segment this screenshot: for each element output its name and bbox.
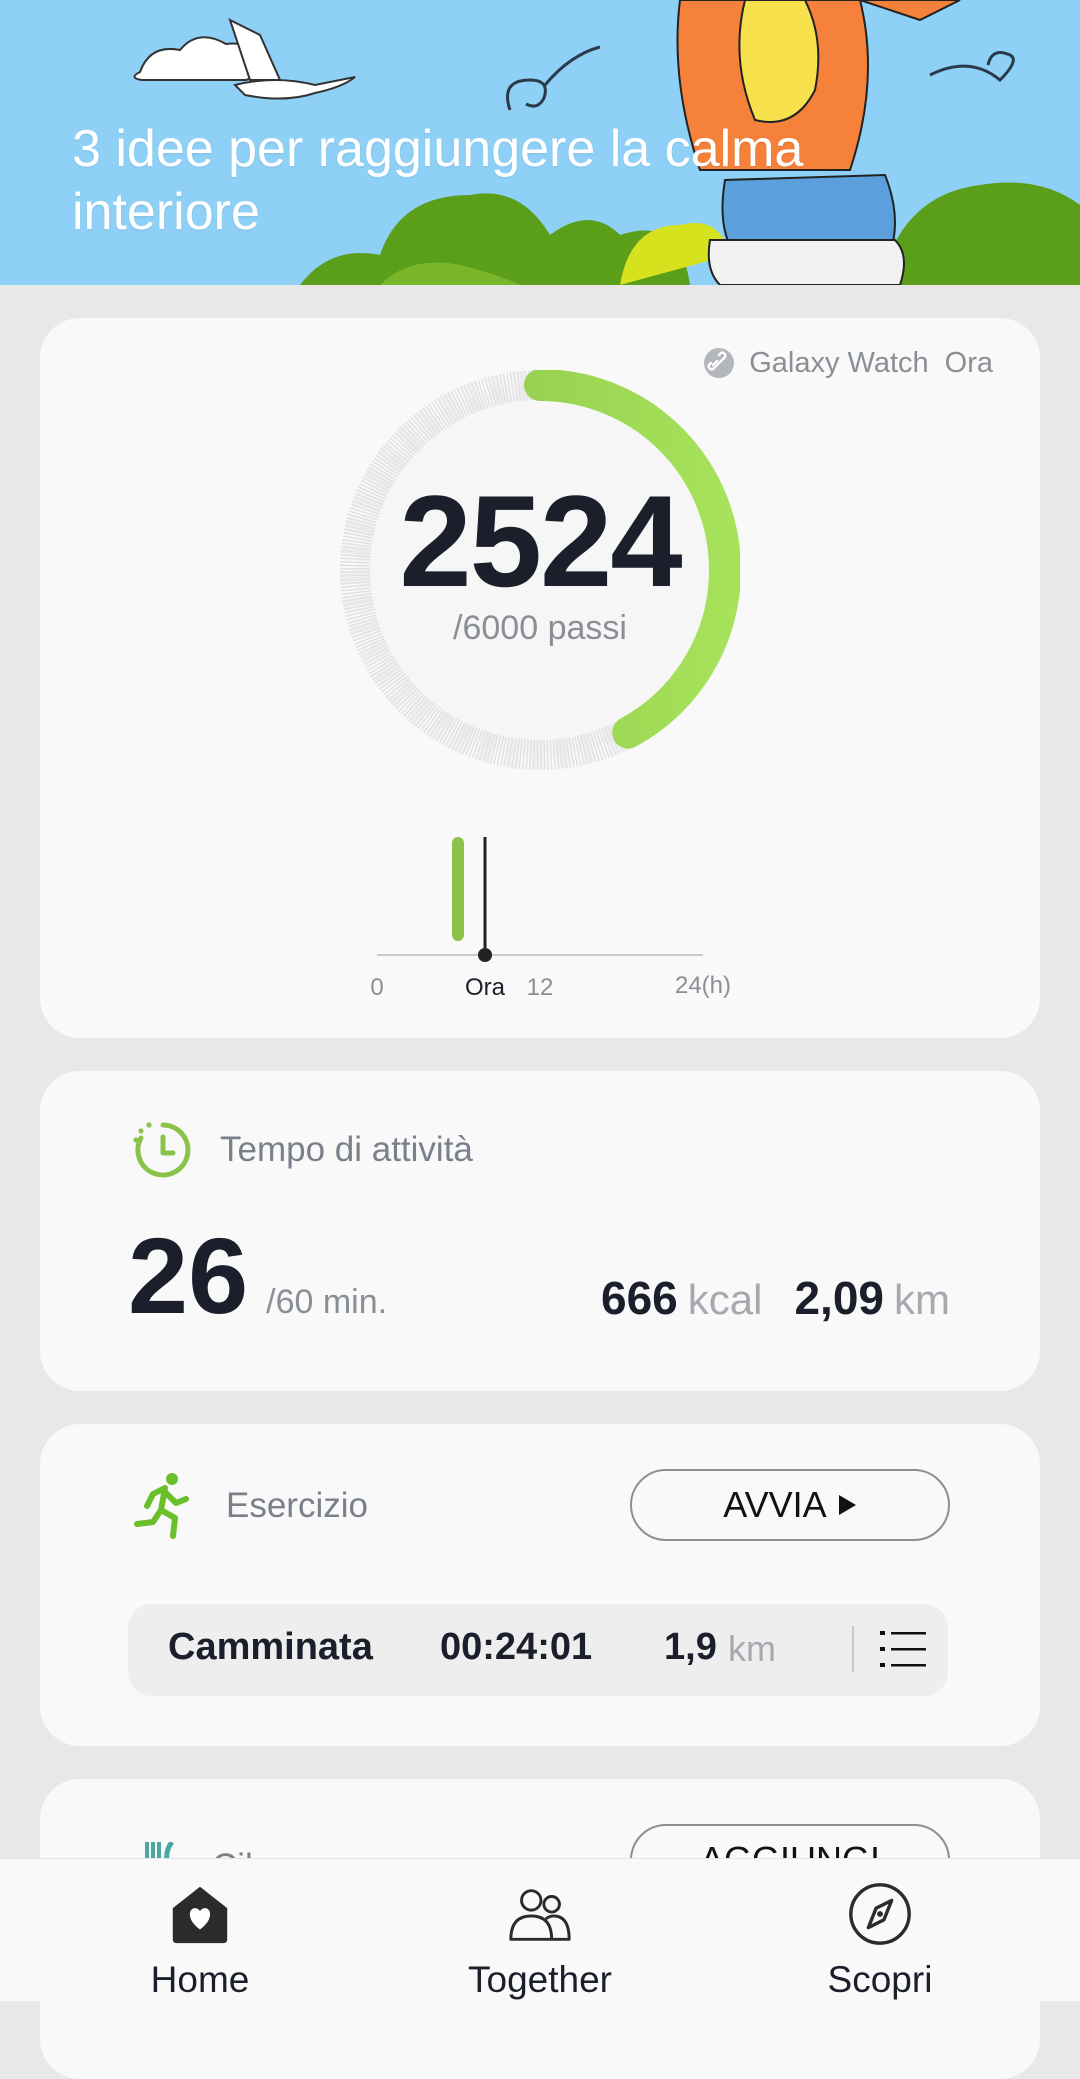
active-minutes-goal: /60 min.: [266, 1283, 388, 1321]
timeline-label-midday: 12: [527, 974, 554, 1001]
distance-value: 2,09: [794, 1272, 884, 1324]
bottom-navigation: Home Together Scopri: [0, 1858, 1080, 2001]
row-divider: [852, 1626, 854, 1672]
exercise-header: Esercizio: [132, 1466, 368, 1546]
activity-clock-icon: [133, 1122, 191, 1178]
source-device: Galaxy Watch: [749, 346, 929, 379]
active-minutes: 26 /60 min.: [128, 1221, 387, 1331]
timeline-label-start: 0: [370, 974, 383, 1001]
steps-hour-bar: [452, 837, 464, 941]
workout-duration: 00:24:01: [440, 1626, 593, 1668]
start-exercise-label: AVVIA: [723, 1484, 827, 1525]
home-heart-icon: [172, 1886, 228, 1944]
active-time-title: Tempo di attività: [220, 1130, 473, 1169]
nav-home[interactable]: Home: [70, 1879, 330, 2001]
nav-discover-label: Scopri: [827, 1959, 933, 2000]
start-exercise-button[interactable]: AVVIA: [630, 1469, 950, 1541]
workout-list-icon[interactable]: [880, 1628, 926, 1670]
kcal-value: 666: [601, 1272, 678, 1324]
nav-together[interactable]: Together: [410, 1879, 670, 2001]
steps-count: 2524: [399, 467, 682, 614]
last-workout-row[interactable]: Camminata 00:24:01 1,9 km: [128, 1604, 948, 1696]
compass-icon: [849, 1883, 911, 1945]
play-icon: [838, 1495, 856, 1515]
nav-together-label: Together: [468, 1959, 612, 2000]
workout-type: Camminata: [168, 1626, 373, 1668]
exercise-card[interactable]: Esercizio AVVIA Camminata 00:24:01 1,9 k…: [40, 1424, 1040, 1746]
steps-summary: 2524 /6000 passi: [340, 370, 740, 770]
active-time-card[interactable]: Tempo di attività 26 /60 min. 666 kcal 2…: [40, 1071, 1040, 1391]
banner-headline: 3 idee per raggiungere la calma interior…: [72, 120, 804, 241]
nav-discover[interactable]: Scopri: [750, 1879, 1010, 2001]
workout-distance-unit: km: [728, 1628, 776, 1669]
timeline-label-now: Ora: [465, 974, 506, 1001]
nav-home-label: Home: [150, 1959, 250, 2000]
steps-timeline-chart: 0 Ora 12 24(h): [370, 837, 731, 1001]
active-time-header: Tempo di attività: [132, 1119, 473, 1181]
steps-card[interactable]: Galaxy Watch Ora 2524 /6000 passi 0 Ora …: [40, 318, 1040, 1038]
exercise-title: Esercizio: [226, 1486, 368, 1525]
runner-icon: [134, 1473, 189, 1539]
data-source: Galaxy Watch Ora: [703, 338, 993, 388]
kcal-unit: kcal: [687, 1276, 763, 1323]
active-minutes-value: 26: [128, 1215, 249, 1336]
workout-distance-value: 1,9: [664, 1626, 717, 1668]
steps-goal: /6000 passi: [453, 608, 627, 647]
source-time: Ora: [944, 346, 993, 379]
timeline-label-end: 24(h): [675, 972, 731, 999]
active-stats: 666 kcal 2,09 km: [601, 1271, 950, 1325]
promo-banner[interactable]: 3 idee per raggiungere la calma interior…: [0, 0, 1080, 285]
people-icon: [509, 1889, 571, 1941]
distance-unit: km: [894, 1276, 950, 1323]
